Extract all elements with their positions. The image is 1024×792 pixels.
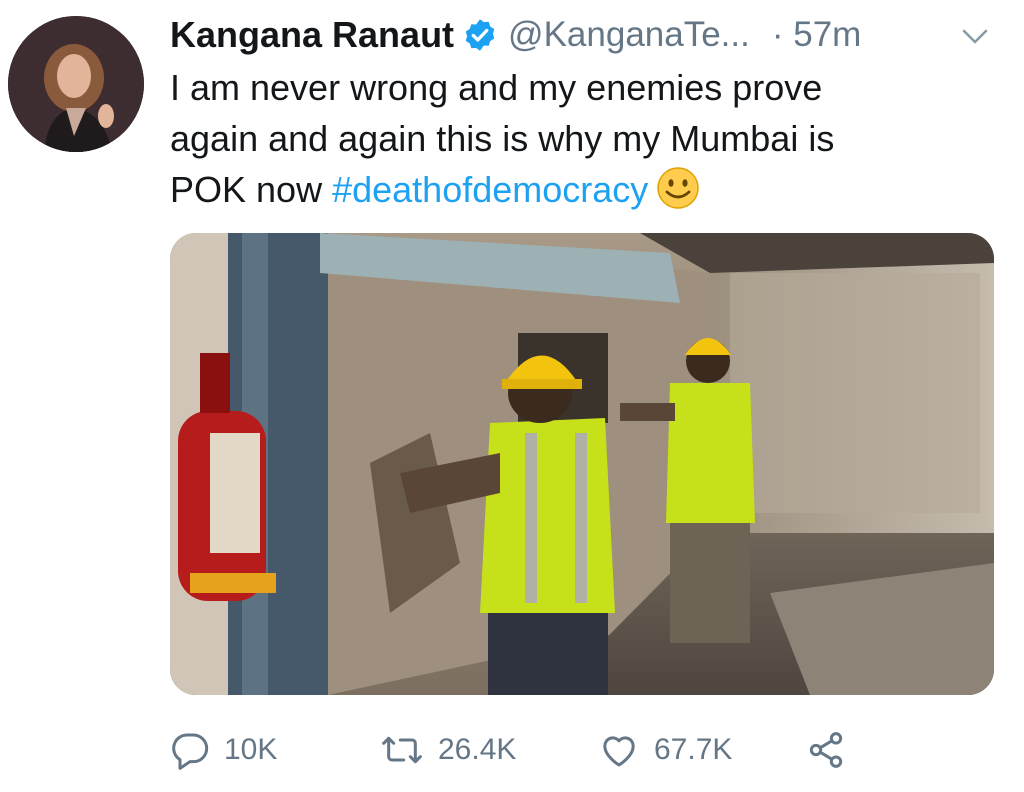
hashtag-link[interactable]: #deathofdemocracy bbox=[332, 169, 648, 210]
author-name[interactable]: Kangana Ranaut bbox=[170, 14, 454, 56]
tweet-actions: 10K 26.4K 67.7K bbox=[170, 725, 1000, 775]
author-handle[interactable]: @KanganaTe... bbox=[508, 15, 750, 55]
reply-count: 10K bbox=[224, 733, 278, 766]
tweet-timestamp[interactable]: · 57m bbox=[772, 15, 861, 55]
reply-icon bbox=[170, 730, 210, 770]
tweet-text-line-3-prefix: POK now bbox=[170, 169, 333, 210]
tweet-text-line-3: POK now #deathofdemocracy bbox=[170, 164, 1000, 215]
heart-icon bbox=[598, 730, 640, 770]
photo-image bbox=[170, 233, 994, 695]
like-button[interactable]: 67.7K bbox=[598, 725, 732, 775]
chevron-down-icon[interactable] bbox=[960, 24, 990, 48]
verified-badge-icon bbox=[462, 17, 498, 53]
tweet-text: I am never wrong and my enemies prove ag… bbox=[170, 62, 1000, 215]
author-avatar[interactable] bbox=[8, 16, 144, 152]
tweet-header: Kangana Ranaut @KanganaTe... · 57m bbox=[170, 10, 1000, 60]
tweet-photo[interactable] bbox=[170, 233, 994, 695]
share-icon bbox=[806, 730, 846, 770]
tweet-text-line-2: again and again this is why my Mumbai is bbox=[170, 118, 835, 159]
avatar-image bbox=[8, 16, 144, 152]
smiling-face-emoji-icon bbox=[656, 166, 700, 210]
tweet-text-line-1: I am never wrong and my enemies prove bbox=[170, 67, 823, 108]
retweet-icon bbox=[380, 730, 424, 770]
share-button[interactable] bbox=[806, 725, 846, 775]
retweet-button[interactable]: 26.4K bbox=[380, 725, 516, 775]
retweet-count: 26.4K bbox=[438, 733, 517, 766]
reply-button[interactable]: 10K bbox=[170, 725, 277, 775]
like-count: 67.7K bbox=[654, 733, 733, 766]
